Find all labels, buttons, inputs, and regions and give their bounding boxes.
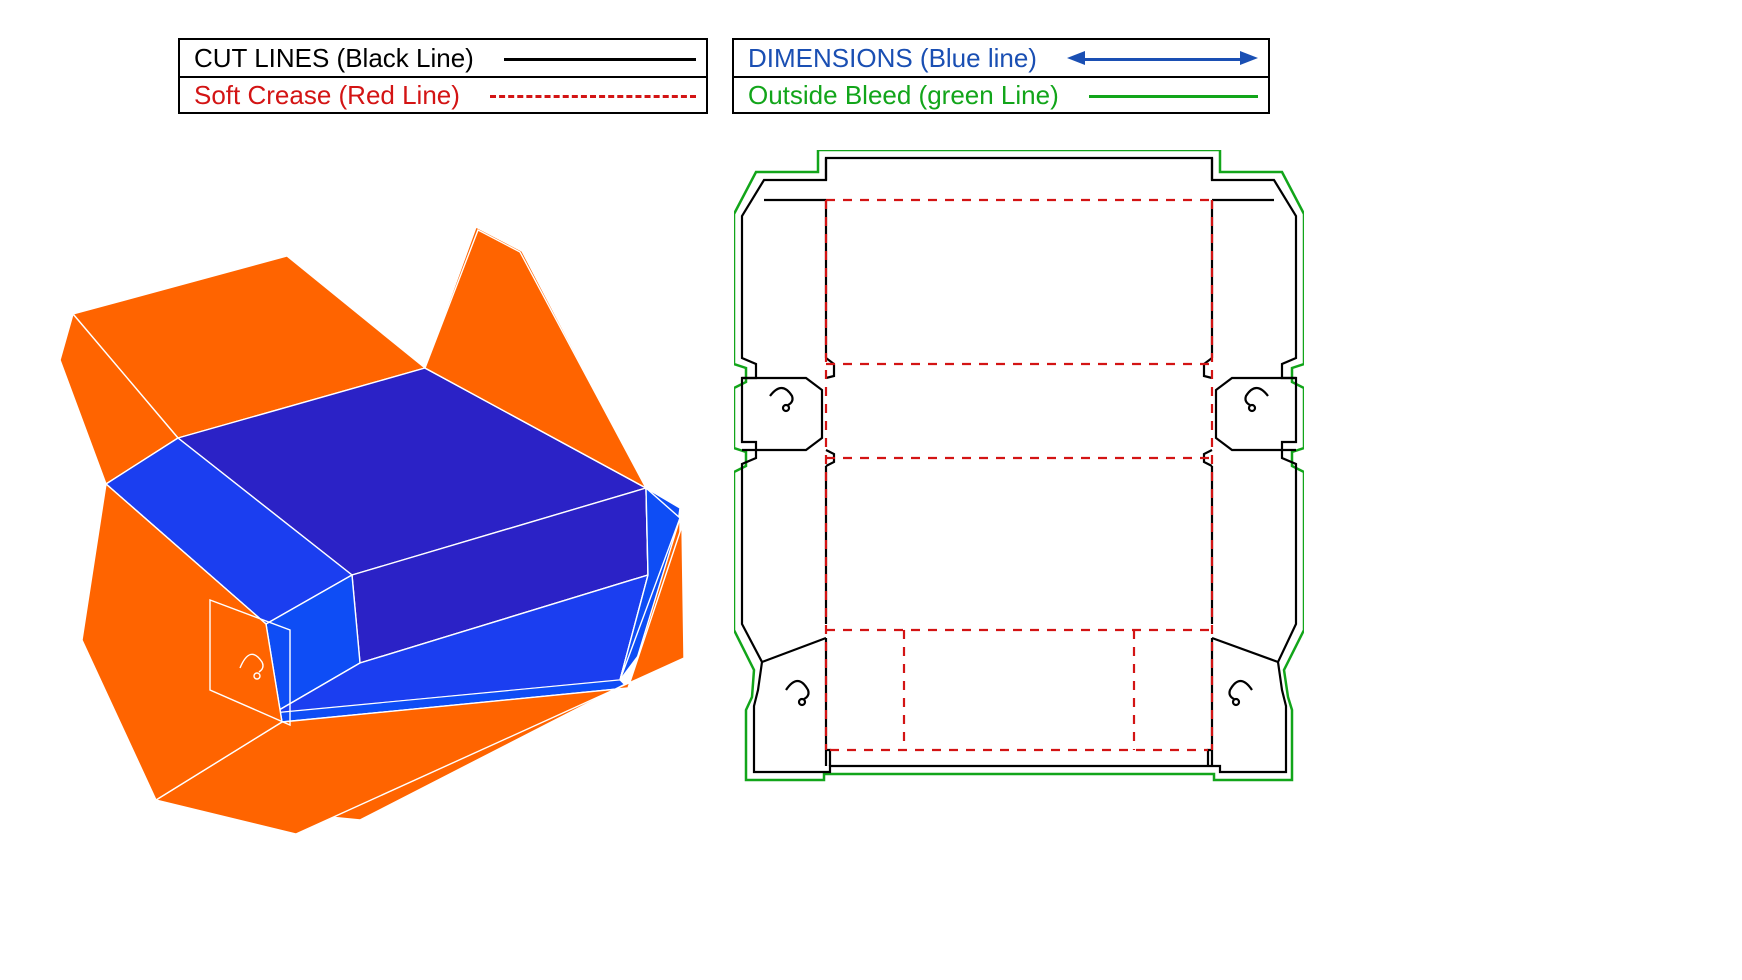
dieline-flat — [734, 150, 1304, 790]
legend-sample-crease — [490, 84, 696, 106]
crease-lines — [826, 200, 1212, 750]
legend-left-row-crease: Soft Crease (Red Line) — [180, 76, 706, 112]
bleed-outline — [734, 150, 1304, 780]
dieline-svg — [734, 150, 1304, 790]
legend-label-crease: Soft Crease (Red Line) — [194, 80, 460, 111]
legend-sample-dimensions — [1067, 47, 1258, 69]
legend-right: DIMENSIONS (Blue line) Outside Bleed (gr… — [732, 38, 1270, 114]
legend-sample-cutlines — [504, 47, 696, 69]
legend-left-row-cutlines: CUT LINES (Black Line) — [180, 40, 706, 76]
legend-left: CUT LINES (Black Line) Soft Crease (Red … — [178, 38, 708, 114]
box-3d-render — [60, 220, 700, 840]
box-3d-svg — [60, 220, 700, 840]
legend-right-row-dimensions: DIMENSIONS (Blue line) — [734, 40, 1268, 76]
legend-sample-bleed — [1089, 84, 1258, 106]
legend-label-bleed: Outside Bleed (green Line) — [748, 80, 1059, 111]
legend-label-dimensions: DIMENSIONS (Blue line) — [748, 43, 1037, 74]
legend-right-row-bleed: Outside Bleed (green Line) — [734, 76, 1268, 112]
legend-label-cutlines: CUT LINES (Black Line) — [194, 43, 474, 74]
